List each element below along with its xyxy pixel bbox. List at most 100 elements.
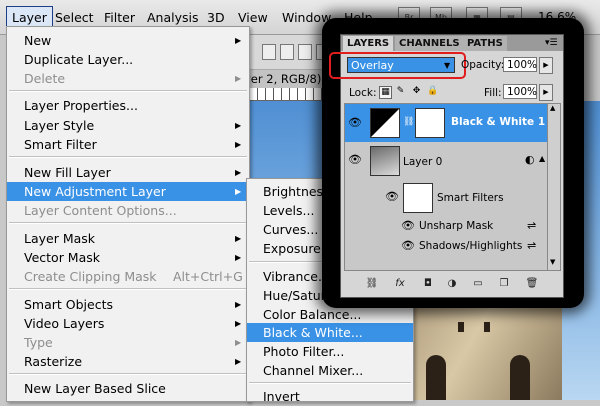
layer-name[interactable]: Layer 0 [403,156,442,168]
layers-list: 👁 ⛓ Black & White 1 👁 Layer 0 ◐ ▲ 👁 Smar… [344,103,548,271]
lock-label: Lock: [349,87,377,99]
menu-item-vector-mask[interactable]: Vector Mask ▶ [7,248,249,267]
filter-mask-thumbnail[interactable] [403,183,433,213]
tab-channels[interactable]: CHANNELS [395,36,464,51]
menu-separator [9,222,247,224]
fill-label: Fill: [484,87,502,99]
menu-separator [9,90,247,92]
filter-options-icon[interactable]: ⇌ [527,239,536,252]
document-tab-title: yer 2, RGB/8) * [244,72,331,86]
filter-options-icon[interactable]: ⇌ [527,219,536,232]
menu-item-duplicate-layer[interactable]: Duplicate Layer... [7,50,249,69]
trash-icon[interactable]: 🗑 [525,277,539,291]
layer-name[interactable]: Black & White 1 [451,116,545,128]
filter-row-unsharp-mask[interactable]: 👁 Unsharp Mask ⇌ [345,216,547,236]
menu-separator [9,156,247,158]
menu-item-new-fill-layer[interactable]: New Fill Layer ▶ [7,163,249,182]
submenu-arrow-icon: ▶ [235,168,242,177]
submenu-item-channel-mixer[interactable]: Channel Mixer... [247,361,413,380]
menu-item-new-layer-based-slice[interactable]: New Layer Based Slice [7,379,249,398]
menu-item-video-layers[interactable]: Video Layers ▶ [7,314,249,333]
menu-view[interactable]: View [238,10,268,25]
smart-object-icon: ◐ [525,153,535,166]
tab-layers[interactable]: LAYERS [343,36,394,51]
submenu-item-invert[interactable]: Invert [247,387,413,406]
opacity-slider-icon[interactable]: ▶ [539,57,553,74]
menu-separator [9,288,247,290]
adjustment-icon[interactable]: ◑ [445,277,459,291]
annotation-highlight-ring [329,52,466,79]
panel-tab-strip: LAYERS CHANNELS PATHS ▾☰ [341,35,563,51]
lock-position-icon[interactable]: ✥ [411,86,422,97]
filter-row-shadows-highlights[interactable]: 👁 Shadows/Highlights ⇌ [345,236,547,256]
layer-row-black-white-1[interactable]: 👁 ⛓ Black & White 1 [345,104,547,142]
menu-item-rasterize[interactable]: Rasterize ▶ [7,352,249,371]
submenu-arrow-icon: ▶ [235,338,242,347]
visibility-eye-icon[interactable]: 👁 [401,219,415,232]
new-layer-icon[interactable]: ❐ [497,277,511,291]
mask-icon[interactable]: ◘ [421,277,435,291]
layer-menu: New ▶ Duplicate Layer... Delete ▶ Layer Pr… [6,26,250,402]
submenu-arrow-icon: ▶ [235,140,242,149]
tower-image [412,300,562,400]
menu-item-new-adjustment-layer[interactable]: New Adjustment Layer ▶ [7,182,249,201]
shortcut-label: Alt+Ctrl+G [173,269,243,284]
submenu-arrow-icon: ▶ [235,300,242,309]
fill-field[interactable]: 100% [503,84,537,99]
link-icon[interactable]: ⛓ [365,277,379,291]
layer-mask-thumbnail[interactable] [415,108,445,138]
menu-item-layer-mask[interactable]: Layer Mask ▶ [7,229,249,248]
chain-link-icon[interactable]: ⛓ [403,117,414,127]
submenu-item-photo-filter[interactable]: Photo Filter... [247,342,413,361]
panel-menu-icon[interactable]: ▾☰ [545,38,558,48]
submenu-arrow-icon: ▶ [235,36,242,45]
visibility-eye-icon[interactable]: 👁 [385,190,399,203]
menu-select[interactable]: Select [55,10,94,25]
align-middle-icon[interactable] [280,44,294,60]
layers-scrollbar[interactable]: ▲ ▼ [547,103,561,271]
group-icon[interactable]: ▭ [471,277,485,291]
adjustment-thumbnail [370,108,400,138]
visibility-eye-icon[interactable]: 👁 [401,239,415,252]
menu-item-create-clipping-mask: Create Clipping Mask Alt+Ctrl+G [24,269,243,284]
submenu-arrow-icon: ▶ [235,357,242,366]
submenu-arrow-icon: ▶ [235,253,242,262]
menu-item-layer-style[interactable]: Layer Style ▶ [7,116,249,135]
align-bottom-icon[interactable] [298,44,312,60]
menu-item-smart-objects[interactable]: Smart Objects ▶ [7,295,249,314]
filter-name[interactable]: Shadows/Highlights [419,240,522,252]
scroll-up-icon[interactable]: ▲ [550,104,555,112]
visibility-eye-icon[interactable]: 👁 [348,153,362,166]
expand-arrow-icon[interactable]: ▲ [539,154,545,163]
lock-all-icon[interactable]: 🔒 [427,86,438,97]
filter-name[interactable]: Unsharp Mask [419,220,493,232]
menu-3d[interactable]: 3D [207,10,225,25]
submenu-arrow-icon: ▶ [235,121,242,130]
menu-item-smart-filter[interactable]: Smart Filter ▶ [7,135,249,154]
layers-panel: LAYERS CHANNELS PATHS ▾☰ Overlay ▼ Opaci… [329,34,564,298]
menu-item-new[interactable]: New ▶ [7,31,249,50]
lock-pixels-icon[interactable]: ✎ [395,86,406,97]
layer-row-smart-filters[interactable]: 👁 Smart Filters [345,180,547,214]
visibility-eye-icon[interactable]: 👁 [348,116,362,129]
menu-item-layer-content-options: Layer Content Options... [24,203,177,218]
opacity-field[interactable]: 100% [503,57,537,72]
submenu-arrow-icon: ▶ [235,187,242,196]
submenu-item-black-white[interactable]: Black & White... [247,323,413,342]
fill-slider-icon[interactable]: ▶ [539,84,553,101]
lock-transparency-icon[interactable]: ▦ [379,86,392,99]
layer-thumbnail [370,146,400,176]
layer-row-layer-0[interactable]: 👁 Layer 0 ◐ ▲ [345,143,547,179]
opacity-label: Opacity: [461,59,505,71]
menu-analysis[interactable]: Analysis [147,10,199,25]
layer-name[interactable]: Smart Filters [437,192,504,204]
menu-item-layer-properties[interactable]: Layer Properties... [7,96,249,115]
submenu-arrow-icon: ▶ [235,234,242,243]
align-top-icon[interactable] [262,44,276,60]
menu-separator [249,382,411,384]
menu-filter[interactable]: Filter [104,10,135,25]
tab-paths[interactable]: PATHS [463,36,507,51]
menu-item-delete: Delete ▶ [24,71,242,86]
scroll-down-icon[interactable]: ▼ [550,258,555,266]
fx-icon[interactable]: fx [393,277,407,291]
